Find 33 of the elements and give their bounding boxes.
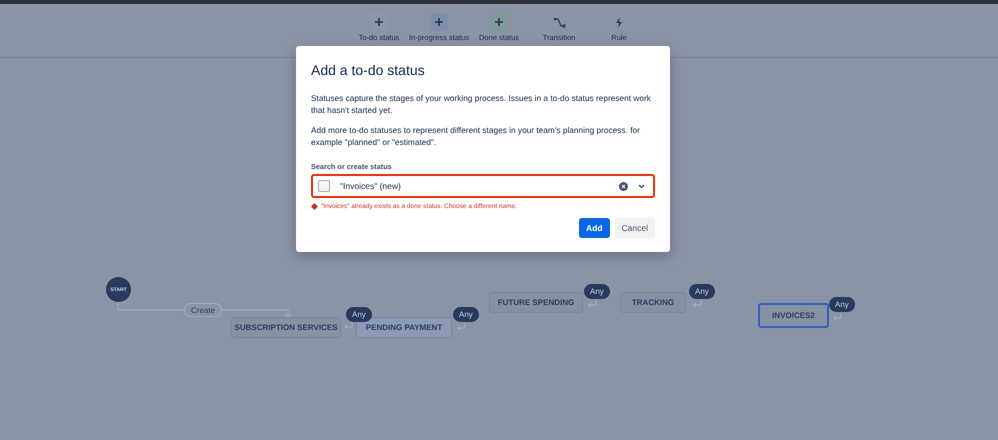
status-node[interactable]: INVOICES2: [758, 303, 829, 328]
status-select[interactable]: "Invoices" (new): [311, 174, 655, 198]
plus-icon: [434, 17, 444, 27]
transition-label: Create: [184, 303, 222, 317]
status-node[interactable]: TRACKING: [620, 292, 686, 313]
status-node[interactable]: PENDING PAYMENT: [356, 317, 452, 338]
return-arrow-icon: [456, 323, 467, 333]
any-badge: Any: [453, 307, 479, 322]
transition-icon: [552, 16, 566, 28]
any-badge: Any: [689, 284, 715, 299]
plus-icon: [374, 17, 384, 27]
error-icon: [311, 203, 318, 210]
return-arrow-icon: [343, 322, 354, 332]
checkbox[interactable]: [318, 180, 330, 192]
any-badge: Any: [346, 307, 372, 322]
return-arrow-icon: [587, 300, 598, 310]
clear-icon[interactable]: [619, 182, 628, 190]
dialog-text: Add more to-do statuses to represent different stages in your team's planning process. for example "planned" or "estimated".: [311, 124, 641, 148]
any-badge: Any: [829, 297, 855, 312]
return-arrow-icon: [692, 300, 703, 310]
dialog-title: Add a to-do status: [311, 62, 426, 78]
any-badge: Any: [584, 284, 610, 299]
status-node[interactable]: SUBSCRIPTION SERVICES: [231, 317, 341, 338]
dialog-text: Statuses capture the stages of your working process. Issues in a to-do status represent work that hasn't started yet.: [311, 92, 652, 116]
plus-icon: [494, 17, 504, 27]
lightning-icon: [615, 16, 623, 28]
add-button[interactable]: Add: [579, 218, 610, 238]
cancel-button[interactable]: Cancel: [614, 218, 655, 238]
toolbar-button[interactable]: [430, 13, 448, 31]
toolbar-button[interactable]: [490, 13, 508, 31]
status-node[interactable]: FUTURE SPENDING: [489, 292, 583, 313]
return-arrow-icon: [832, 313, 843, 323]
chevron-down-icon[interactable]: [638, 184, 645, 188]
